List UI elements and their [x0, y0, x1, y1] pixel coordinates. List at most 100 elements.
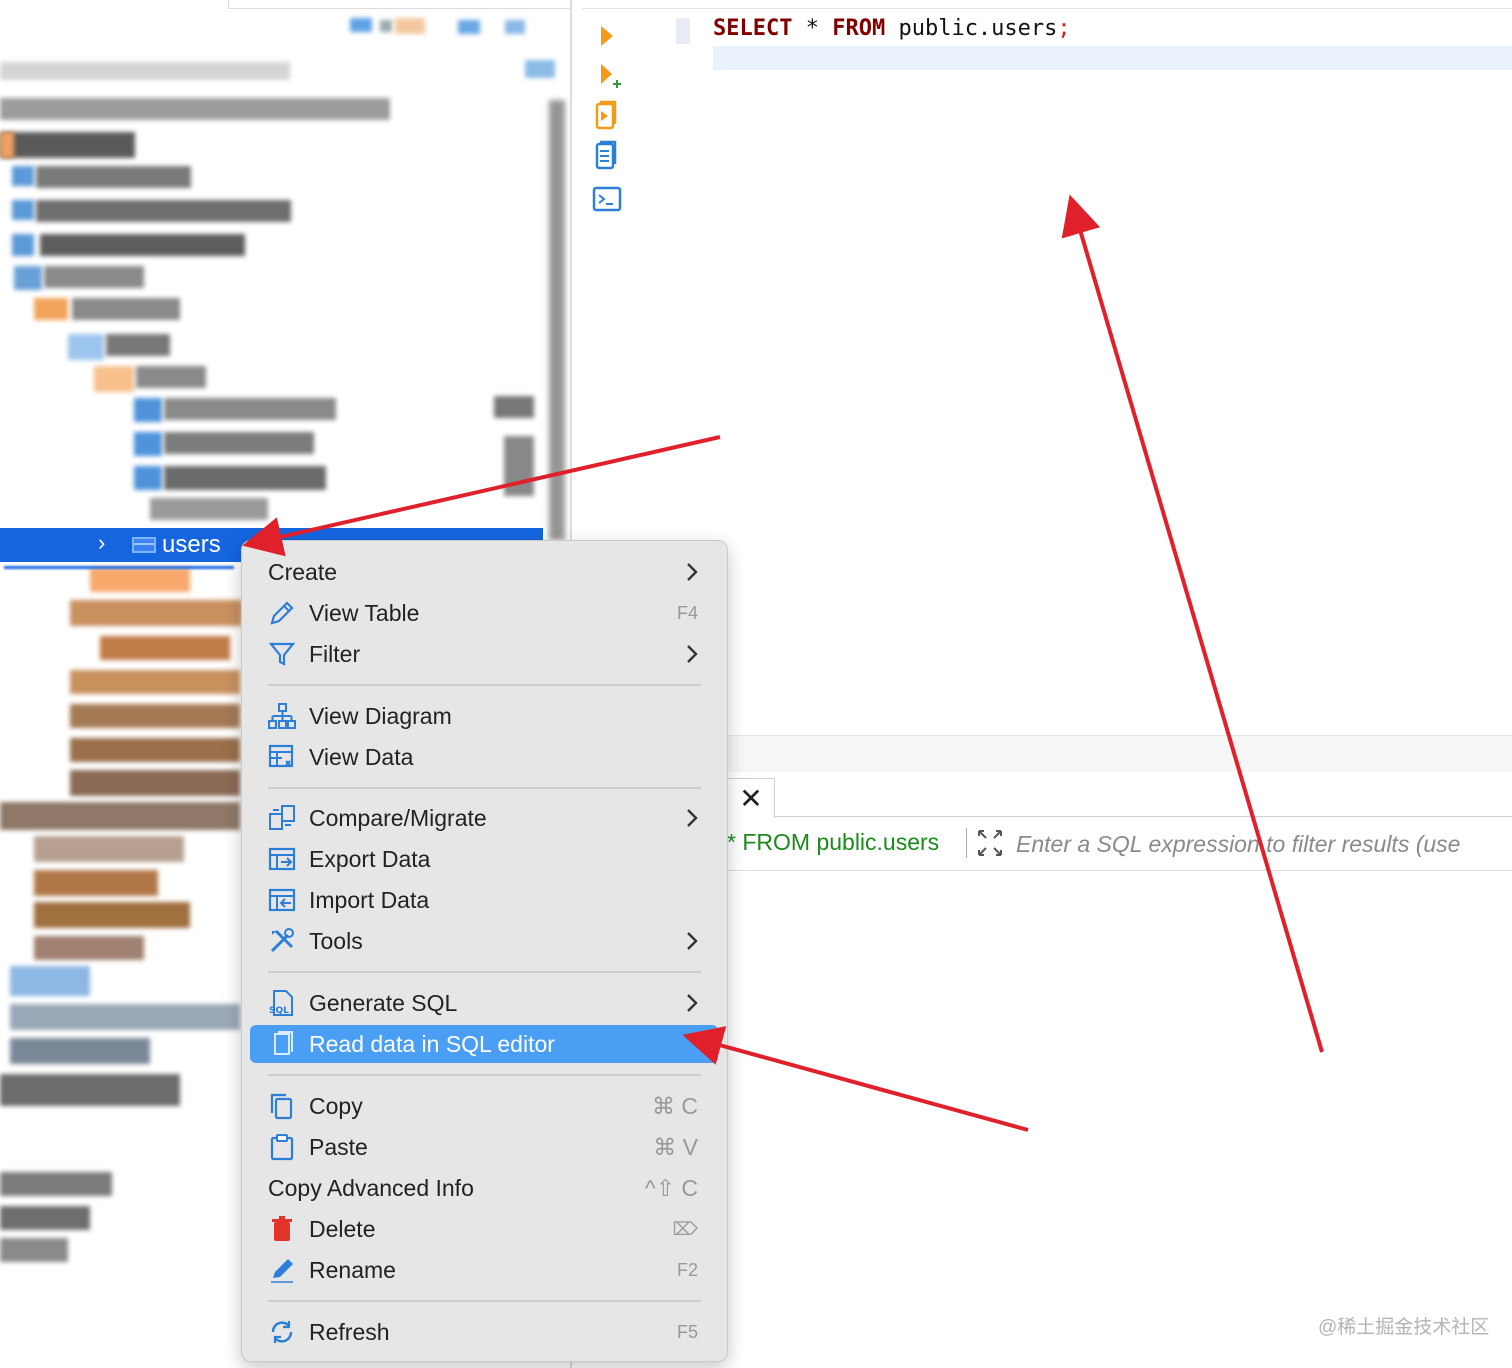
- tree-node-obscured[interactable]: [70, 600, 242, 626]
- tree-node-obscured[interactable]: [70, 704, 240, 728]
- tree-node-obscured[interactable]: [34, 936, 144, 960]
- menu-item-create[interactable]: Create: [250, 553, 718, 591]
- shortcut-hint: F2: [676, 1260, 698, 1280]
- script-file-icon[interactable]: [585, 140, 629, 176]
- watermark: @稀土掘金技术社区: [1318, 1317, 1490, 1338]
- tree-node-obscured[interactable]: [70, 670, 240, 694]
- tree-node-obscured[interactable]: [40, 234, 245, 256]
- menu-item-view-table[interactable]: View Table F4: [250, 594, 718, 632]
- results-filter-input[interactable]: [1016, 829, 1512, 859]
- tree-node-obscured[interactable]: [90, 568, 190, 592]
- tree-node-obscured[interactable]: [164, 398, 336, 420]
- shortcut-hint: ⌘ C: [652, 1093, 698, 1119]
- menu-item-refresh[interactable]: Refresh F5: [250, 1313, 718, 1351]
- tree-node-obscured[interactable]: [34, 870, 158, 896]
- tree-node-obscured[interactable]: [34, 902, 190, 928]
- tree-node-obscured[interactable]: [164, 432, 314, 454]
- menu-item-label: View Table: [309, 600, 420, 626]
- menu-item-import-data[interactable]: Import Data: [250, 881, 718, 919]
- chevron-right-icon[interactable]: ›: [98, 530, 105, 556]
- tree-node-icon: [134, 432, 162, 456]
- tree-node-obscured[interactable]: [164, 466, 326, 490]
- tree-node-obscured[interactable]: [10, 966, 90, 996]
- menu-item-view-diagram[interactable]: View Diagram: [250, 697, 718, 735]
- import-icon: [268, 888, 296, 912]
- shortcut-hint: F4: [676, 603, 698, 623]
- close-results-tab-button[interactable]: ✕: [727, 778, 775, 818]
- menu-item-view-data[interactable]: View Data: [250, 738, 718, 776]
- menu-item-label: View Data: [309, 744, 414, 770]
- menu-item-label: Read data in SQL editor: [309, 1031, 555, 1057]
- execute-in-new-tab-icon[interactable]: [585, 58, 629, 94]
- sql-keyword: SELECT: [713, 16, 793, 41]
- terminal-icon[interactable]: [585, 182, 629, 218]
- tree-node-obscured[interactable]: [0, 98, 390, 120]
- navigator-toolbar-icon[interactable]: [395, 18, 425, 34]
- tree-node-obscured[interactable]: [106, 334, 170, 356]
- expand-filter-icon[interactable]: [976, 828, 1004, 858]
- tree-node-obscured[interactable]: [72, 298, 180, 320]
- tree-node-obscured[interactable]: [70, 770, 240, 796]
- menu-item-read-data-in-sql-editor[interactable]: Read data in SQL editor: [250, 1025, 718, 1063]
- tree-node-label: users: [162, 531, 221, 558]
- tree-node-icon: [12, 166, 34, 186]
- rename-pencil-icon: [271, 1259, 293, 1283]
- menu-item-filter[interactable]: Filter: [250, 635, 718, 673]
- menu-item-export-data[interactable]: Export Data: [250, 840, 718, 878]
- submenu-arrow-icon: [687, 994, 698, 1012]
- tree-node-obscured[interactable]: [150, 498, 268, 520]
- sql-code-line[interactable]: SELECT * FROM public.users;: [713, 16, 1071, 41]
- copy-icon: [270, 1093, 293, 1120]
- tree-node-obscured[interactable]: [0, 62, 290, 80]
- sql-token: *: [792, 16, 833, 41]
- tree-node-icon: [12, 200, 34, 220]
- tree-node-obscured[interactable]: [0, 132, 135, 158]
- tree-node-icon: [68, 334, 104, 360]
- filter-separator: [966, 828, 967, 858]
- tree-node-obscured[interactable]: [0, 802, 240, 830]
- menu-item-label: Rename: [309, 1257, 396, 1283]
- navigator-toolbar-icon[interactable]: [350, 18, 372, 32]
- menu-item-compare-migrate[interactable]: Compare/Migrate: [250, 799, 718, 837]
- tree-node-obscured[interactable]: [70, 738, 240, 762]
- menu-item-label: Paste: [309, 1134, 368, 1160]
- menu-item-copy-advanced-info[interactable]: Copy Advanced Info ^⇧ C: [250, 1169, 718, 1207]
- menu-item-copy[interactable]: Copy ⌘ C: [250, 1087, 718, 1125]
- menu-item-rename[interactable]: Rename F2: [250, 1251, 718, 1289]
- menu-item-label: Filter: [309, 641, 361, 667]
- menu-item-delete[interactable]: Delete ⌦: [250, 1210, 718, 1248]
- tree-node-obscured[interactable]: [0, 1074, 180, 1106]
- tree-node-obscured[interactable]: [136, 366, 206, 388]
- sql-script-icon: [274, 1031, 293, 1055]
- tools-icon: [270, 928, 294, 953]
- menu-item-tools[interactable]: Tools: [250, 922, 718, 960]
- tree-node-obscured[interactable]: [36, 166, 191, 188]
- tree-node-obscured[interactable]: [0, 1206, 90, 1230]
- editor-gutter-marker: [676, 18, 690, 44]
- tree-node-obscured[interactable]: [100, 636, 230, 660]
- navigator-toolbar-icon[interactable]: [380, 20, 392, 32]
- menu-item-paste[interactable]: Paste ⌘ V: [250, 1128, 718, 1166]
- refresh-icon: [271, 1321, 293, 1343]
- navigator-toolbar-icon[interactable]: [525, 60, 555, 78]
- tree-node-obscured[interactable]: [0, 1238, 68, 1262]
- execute-script-icon[interactable]: [585, 100, 629, 136]
- navigator-scrollbar[interactable]: [549, 100, 565, 540]
- navigator-toolbar-icon[interactable]: [505, 20, 525, 34]
- tree-node-obscured[interactable]: [44, 266, 144, 288]
- navigator-toolbar-icon[interactable]: [458, 20, 480, 34]
- tree-node-obscured[interactable]: [0, 1172, 112, 1196]
- tree-node-obscured[interactable]: [36, 200, 291, 222]
- menu-item-label: Refresh: [309, 1319, 390, 1345]
- execute-statement-icon[interactable]: [585, 18, 629, 54]
- clipboard-icon: [270, 1134, 294, 1161]
- tree-node-obscured[interactable]: [34, 836, 184, 862]
- menu-separator: [268, 787, 701, 789]
- tree-node-obscured[interactable]: [10, 1004, 240, 1030]
- menu-item-generate-sql[interactable]: SQL Generate SQL: [250, 984, 718, 1022]
- tree-node-obscured[interactable]: [10, 1038, 150, 1064]
- tree-node-icon: [94, 366, 134, 392]
- export-icon: [268, 847, 296, 871]
- editor-results-splitter[interactable]: [727, 735, 1512, 773]
- sql-editor[interactable]: [630, 10, 1512, 735]
